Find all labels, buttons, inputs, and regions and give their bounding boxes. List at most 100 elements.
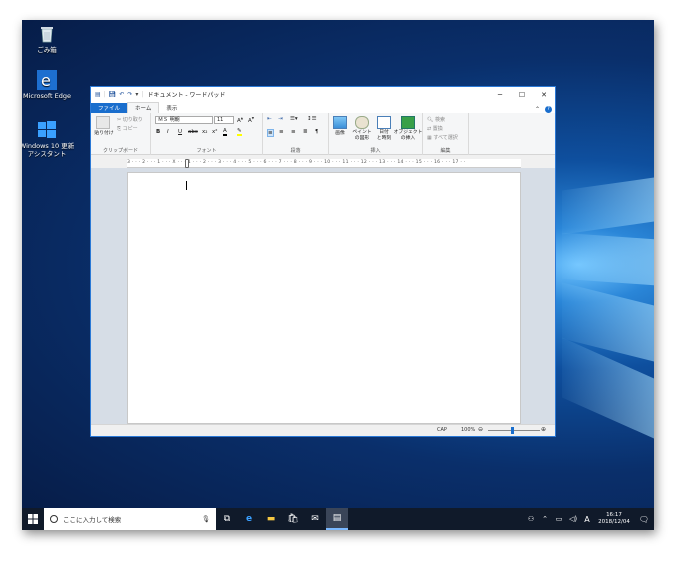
- cortana-icon: [50, 515, 58, 523]
- tab-home[interactable]: ホーム: [127, 102, 160, 113]
- ribbon-tabs: ファイル ホーム 表示 ⌃ ?: [91, 102, 555, 113]
- tab-file[interactable]: ファイル: [91, 103, 128, 113]
- tab-view[interactable]: 表示: [159, 103, 184, 113]
- collapse-ribbon-icon[interactable]: ⌃: [533, 106, 542, 113]
- group-label-clipboard: クリップボード: [102, 148, 138, 154]
- desktop-icon-recycle-bin[interactable]: ごみ箱: [22, 24, 75, 54]
- windows-logo-icon: [28, 514, 38, 524]
- wordpad-app-icon: ▤: [95, 91, 101, 98]
- clock-date: 2018/12/04: [598, 519, 630, 525]
- recycle-bin-icon: [37, 24, 57, 44]
- font-color-button[interactable]: A: [223, 128, 227, 136]
- paragraph-dialog-icon[interactable]: ¶: [315, 129, 319, 135]
- zoom-out-icon[interactable]: ⊖: [478, 426, 483, 433]
- indent-marker[interactable]: [185, 159, 189, 168]
- wordpad-window: ▤ | 💾︎ ↶ ↷ ▾ | ドキュメント - ワードパッド ─ ☐ ✕ ファイ…: [90, 86, 556, 437]
- maximize-button[interactable]: ☐: [511, 91, 533, 99]
- store-icon[interactable]: 🛍︎: [282, 508, 304, 530]
- status-bar: CAP 100% ⊖ ⊕: [91, 424, 555, 436]
- zoom-slider-thumb[interactable]: [511, 427, 514, 434]
- paint-drawing-icon[interactable]: [355, 116, 369, 129]
- calendar-clock-icon[interactable]: [377, 116, 391, 129]
- caps-lock-indicator: CAP: [437, 427, 447, 433]
- desktop: ごみ箱 e Microsoft Edge Windows 10 更新アシスタント…: [22, 20, 654, 530]
- group-label-editing: 編集: [440, 148, 451, 154]
- desktop-icon-label: ごみ箱: [37, 46, 57, 54]
- taskbar-search-box[interactable]: ここに入力して検索 🎙︎: [44, 508, 216, 530]
- edge-taskbar-icon[interactable]: e: [238, 508, 260, 530]
- close-button[interactable]: ✕: [533, 91, 555, 99]
- strikethrough-button[interactable]: abc: [188, 129, 198, 135]
- mail-icon[interactable]: ✉: [304, 508, 326, 530]
- shrink-font-icon[interactable]: A▼: [248, 116, 254, 124]
- font-family-combo[interactable]: ＭＳ 明朝: [155, 116, 213, 124]
- window-title: ドキュメント - ワードパッド: [147, 92, 226, 99]
- network-icon[interactable]: ▭: [552, 508, 566, 530]
- justify-button[interactable]: ≣: [303, 129, 308, 135]
- action-center-icon[interactable]: 🗨︎: [634, 508, 654, 530]
- show-hidden-icons-icon[interactable]: ⌃: [538, 508, 552, 530]
- zoom-in-icon[interactable]: ⊕: [541, 426, 546, 433]
- group-editing: 🔍︎ 検索 ⇄ 置換 ▦ すべて選択 編集: [423, 113, 469, 155]
- minimize-button[interactable]: ─: [489, 91, 511, 99]
- decrease-indent-icon[interactable]: ⇤: [267, 116, 272, 122]
- ribbon-home: 貼り付け ✂ 切り取り ⎘ コピー クリップボード ＭＳ 明朝 11 A▲ A▼…: [91, 113, 555, 155]
- bold-button[interactable]: B: [156, 129, 160, 135]
- desktop-icon-label: Windows 10 更新アシスタント: [22, 142, 75, 158]
- zoom-slider[interactable]: [488, 430, 540, 431]
- people-icon[interactable]: ⚇: [524, 508, 538, 530]
- redo-icon[interactable]: ↷: [127, 91, 132, 98]
- ime-indicator[interactable]: A: [580, 508, 594, 530]
- italic-button[interactable]: I: [167, 129, 169, 135]
- help-icon[interactable]: ?: [542, 106, 555, 113]
- volume-icon[interactable]: ◁): [566, 508, 580, 530]
- group-insert: 画像 ペイント の図形 日付 と時刻 オブジェクト の挿入 挿入: [329, 113, 423, 155]
- windows-logo-icon: [37, 120, 57, 140]
- desktop-icon-label: Microsoft Edge: [22, 92, 71, 100]
- insert-object-icon[interactable]: [401, 116, 415, 129]
- select-all-button[interactable]: ▦ すべて選択: [427, 134, 458, 141]
- insert-object-button[interactable]: オブジェクト の挿入: [393, 130, 423, 142]
- paste-icon[interactable]: [96, 116, 110, 129]
- increase-indent-icon[interactable]: ⇥: [278, 116, 283, 122]
- align-center-button[interactable]: ≡: [279, 129, 284, 135]
- highlight-button[interactable]: ✎: [237, 128, 242, 136]
- taskbar-clock[interactable]: 16:17 2018/12/04: [594, 512, 634, 526]
- cut-button[interactable]: ✂ 切り取り: [117, 116, 143, 123]
- start-button[interactable]: [22, 508, 44, 530]
- desktop-icon-edge[interactable]: e Microsoft Edge: [22, 70, 75, 100]
- search-placeholder: ここに入力して検索: [63, 516, 122, 524]
- task-view-icon[interactable]: ⧉: [216, 508, 238, 530]
- subscript-button[interactable]: x₂: [202, 129, 207, 135]
- insert-picture-button[interactable]: 画像: [331, 131, 349, 137]
- copy-button[interactable]: ⎘ コピー: [117, 125, 138, 132]
- group-label-paragraph: 段落: [290, 148, 301, 154]
- font-size-combo[interactable]: 11: [214, 116, 234, 124]
- bullets-icon[interactable]: ☰▾: [290, 116, 298, 122]
- desktop-icon-update-assistant[interactable]: Windows 10 更新アシスタント: [22, 120, 75, 158]
- wordpad-taskbar-icon[interactable]: ▤: [326, 508, 348, 530]
- microphone-icon[interactable]: 🎙︎: [202, 515, 210, 523]
- paste-button[interactable]: 貼り付け: [93, 131, 115, 137]
- edge-icon: e: [37, 70, 57, 90]
- save-icon[interactable]: 💾︎: [109, 91, 117, 98]
- find-button[interactable]: 🔍︎ 検索: [427, 116, 445, 123]
- text-caret: [186, 181, 187, 190]
- replace-button[interactable]: ⇄ 置換: [427, 125, 443, 132]
- undo-icon[interactable]: ↶: [119, 91, 124, 98]
- clock-time: 16:17: [606, 512, 622, 518]
- document-page[interactable]: [127, 172, 521, 424]
- group-font: ＭＳ 明朝 11 A▲ A▼ B I U abc x₂ x² A ✎ フォント: [151, 113, 263, 155]
- file-explorer-icon[interactable]: ▬: [260, 508, 282, 530]
- superscript-button[interactable]: x²: [212, 129, 217, 135]
- line-spacing-icon[interactable]: ↕☰: [307, 116, 317, 122]
- align-right-button[interactable]: ≡: [291, 129, 296, 135]
- ruler[interactable]: 3 · · · 2 · · · 1 · · · X · · · 1 · · · …: [127, 159, 521, 168]
- picture-icon[interactable]: [333, 116, 347, 129]
- customize-qat-icon[interactable]: ▾: [135, 91, 138, 98]
- grow-font-icon[interactable]: A▲: [237, 116, 243, 124]
- align-left-button[interactable]: ≡: [267, 129, 274, 137]
- underline-button[interactable]: U: [178, 129, 182, 135]
- title-bar[interactable]: ▤ | 💾︎ ↶ ↷ ▾ | ドキュメント - ワードパッド ─ ☐ ✕: [91, 87, 555, 102]
- zoom-level: 100%: [461, 427, 476, 433]
